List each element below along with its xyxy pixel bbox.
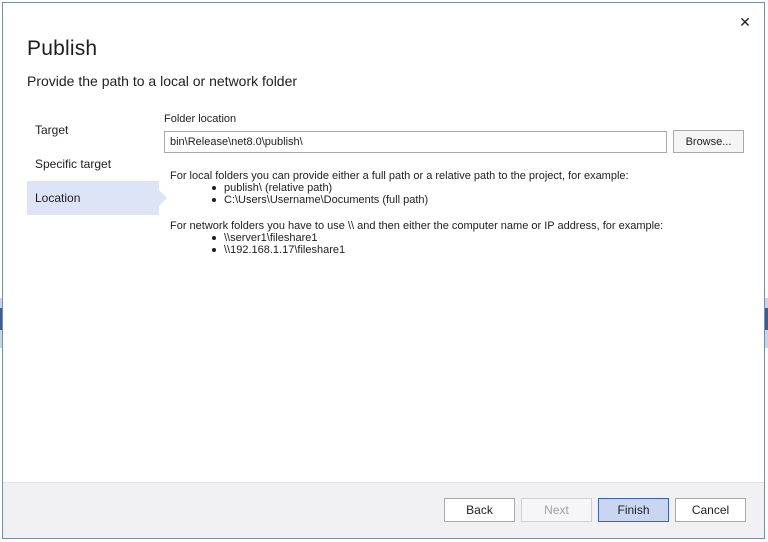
list-item: \\192.168.1.17\fileshare1 <box>210 244 746 256</box>
folder-location-label: Folder location <box>164 113 237 125</box>
help-text: For local folders you can provide either… <box>164 170 746 256</box>
next-button: Next <box>521 498 592 522</box>
nav-item-target[interactable]: Target <box>27 113 159 147</box>
nav-item-location[interactable]: Location <box>27 181 167 215</box>
close-icon[interactable]: ✕ <box>736 13 754 31</box>
local-folder-help: For local folders you can provide either… <box>170 170 746 206</box>
publish-dialog: ✕ Publish Provide the path to a local or… <box>2 2 765 539</box>
network-folder-intro: For network folders you have to use \\ a… <box>170 220 664 232</box>
dialog-subtitle: Provide the path to a local or network f… <box>27 73 298 89</box>
dialog-footer: Back Next Finish Cancel <box>3 482 764 538</box>
network-folder-examples: \\server1\fileshare1 \\192.168.1.17\file… <box>210 232 746 256</box>
wizard-steps-nav: Target Specific target Location <box>27 113 167 215</box>
finish-button[interactable]: Finish <box>598 498 669 522</box>
nav-item-specific-target[interactable]: Specific target <box>27 147 159 181</box>
dialog-title: Publish <box>27 37 98 60</box>
location-panel: Folder location Browse... For local fold… <box>164 113 746 270</box>
folder-location-input[interactable] <box>164 130 667 153</box>
cancel-button[interactable]: Cancel <box>675 498 746 522</box>
local-folder-examples: publish\ (relative path) C:\Users\Userna… <box>210 182 746 206</box>
network-folder-help: For network folders you have to use \\ a… <box>170 220 746 256</box>
browse-button[interactable]: Browse... <box>673 130 744 153</box>
list-item: publish\ (relative path) <box>210 182 746 194</box>
list-item: \\server1\fileshare1 <box>210 232 746 244</box>
local-folder-intro: For local folders you can provide either… <box>170 170 629 182</box>
list-item: C:\Users\Username\Documents (full path) <box>210 194 746 206</box>
back-button[interactable]: Back <box>444 498 515 522</box>
folder-location-row: Browse... <box>164 130 746 153</box>
